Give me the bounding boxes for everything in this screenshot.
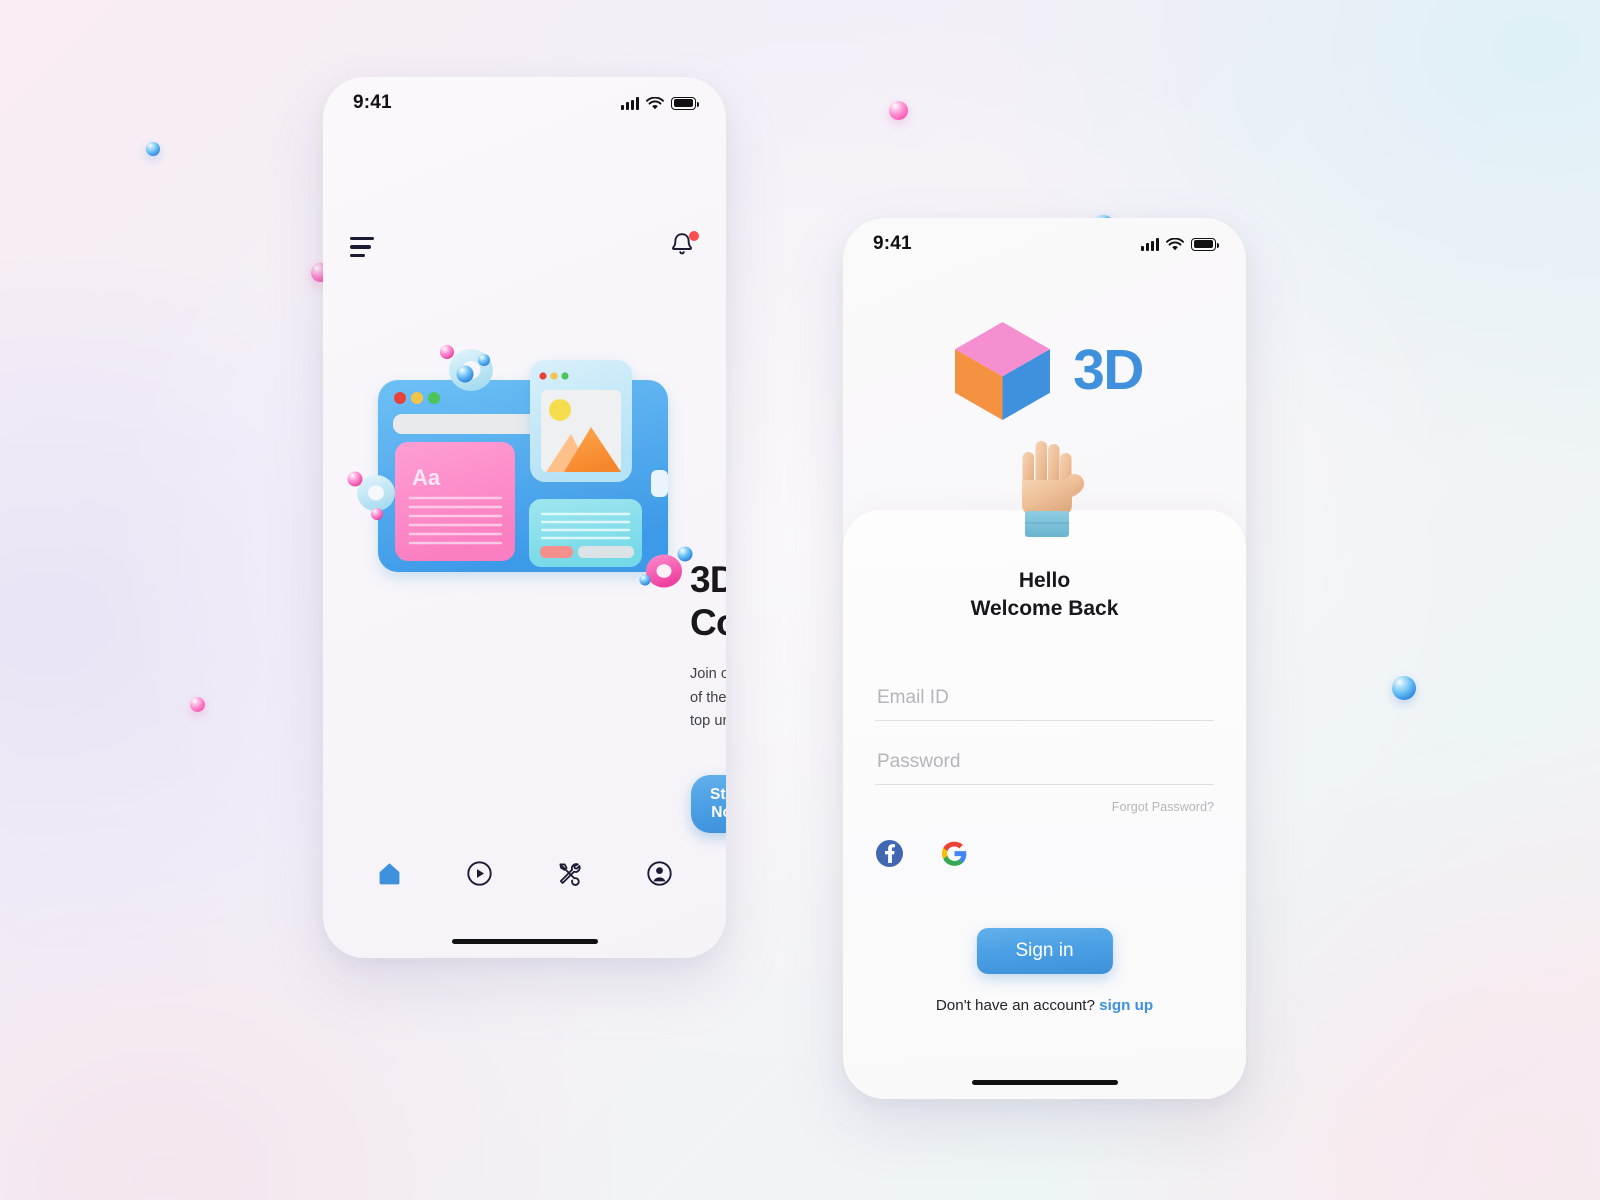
email-field-group (875, 682, 1214, 722)
bell-icon[interactable] (669, 231, 699, 263)
email-underline (875, 720, 1214, 722)
nav-item-profile[interactable] (635, 849, 683, 897)
page-title-line2: Course (690, 602, 726, 644)
background-soft-light (0, 0, 1600, 1200)
hamburger-menu-icon[interactable] (350, 233, 374, 261)
greeting: Hello Welcome Back (843, 567, 1246, 623)
google-login-button[interactable] (939, 838, 969, 868)
play-circle-icon (467, 860, 492, 886)
social-login-row (874, 838, 969, 868)
sign-up-link[interactable]: sign up (1099, 997, 1153, 1014)
nav-item-home[interactable] (366, 849, 414, 897)
decorative-sphere-blue (146, 142, 160, 156)
tools-icon (559, 862, 581, 886)
greeting-line2: Welcome Back (970, 596, 1119, 620)
status-time: 9:41 (353, 92, 392, 113)
nav-item-tools[interactable] (545, 849, 593, 897)
decorative-sphere-pink (889, 101, 908, 120)
status-bar: 9:41 (323, 77, 726, 129)
start-now-label: Start Now (710, 786, 726, 821)
password-input[interactable] (875, 746, 1214, 784)
app-logo: 3D (843, 310, 1246, 430)
sign-in-button[interactable]: Sign in (976, 928, 1113, 974)
facebook-icon (875, 839, 903, 867)
page-title: 3D Design Course (690, 558, 726, 645)
app-logo-text: 3D (1073, 337, 1144, 402)
bottom-navigation (323, 840, 726, 906)
phone-home-screen: 9:41 Aa 3D C Join o of the top u St N (323, 77, 726, 958)
forgot-password-link[interactable]: Forgot Password? (1112, 800, 1214, 814)
page-title-line1: 3D Design (690, 559, 726, 600)
3d-design-workspace-illustration: Aa (333, 322, 716, 612)
status-time: 9:41 (873, 233, 912, 254)
battery-icon (671, 96, 699, 110)
greeting-line1: Hello (1018, 569, 1071, 592)
home-icon (379, 862, 400, 884)
home-header (323, 217, 726, 277)
svg-text:Aa: Aa (412, 465, 441, 490)
start-now-button[interactable]: Start Now → (691, 775, 726, 833)
status-icons (621, 96, 699, 110)
facebook-login-button[interactable] (874, 838, 904, 868)
battery-icon (1191, 237, 1219, 251)
password-field-group (875, 746, 1214, 786)
status-icons (1141, 237, 1219, 251)
isometric-cube-icon (955, 321, 1051, 420)
wifi-icon (646, 96, 664, 109)
decorative-sphere-blue (1392, 676, 1416, 700)
signup-prompt-row: Don't have an account? sign up (843, 997, 1246, 1014)
user-circle-icon (646, 860, 672, 886)
signup-prompt-text: Don't have an account? (935, 997, 1095, 1014)
nav-item-videos[interactable] (456, 849, 504, 897)
home-indicator (451, 938, 598, 944)
email-input[interactable] (875, 682, 1214, 720)
google-icon (941, 841, 966, 866)
page-description: Join our 3D design course and will learn… (690, 666, 726, 730)
home-indicator (971, 1079, 1118, 1085)
status-bar: 9:41 (843, 218, 1246, 270)
password-underline (875, 784, 1214, 786)
cellular-signal-icon (621, 96, 639, 110)
phone-login-screen: 9:41 3D Hello Welcome Back Email ID Forg… (843, 218, 1246, 1099)
wifi-icon (1166, 237, 1184, 250)
cellular-signal-icon (1141, 237, 1159, 251)
waving-hand-icon (1002, 435, 1088, 545)
notification-badge (689, 231, 699, 241)
decorative-sphere-pink (190, 697, 205, 712)
login-card: Hello Welcome Back Forgot Password? (843, 441, 1246, 1099)
